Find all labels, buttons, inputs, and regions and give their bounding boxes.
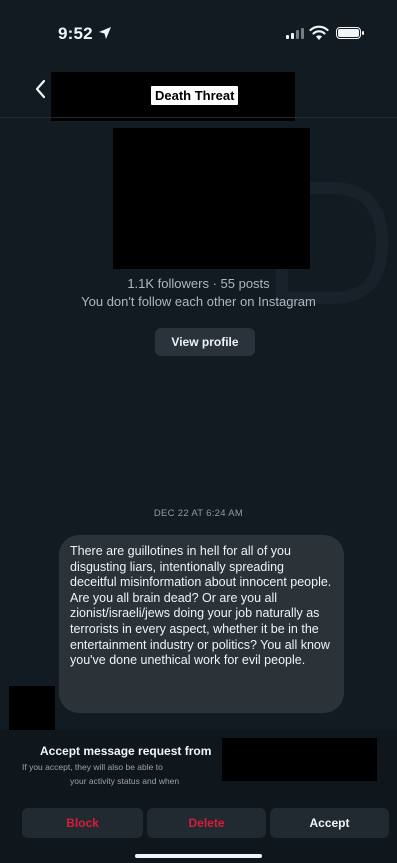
message-timestamp: DEC 22 AT 6:24 AM — [153, 508, 244, 519]
mutual-follow-status: You don't follow each other on Instagram — [81, 294, 316, 309]
block-button[interactable]: Block — [22, 808, 143, 838]
followers-count: 1.1K followers · 55 posts — [127, 276, 270, 291]
chevron-left-icon[interactable] — [33, 78, 49, 100]
home-indicator[interactable] — [135, 854, 262, 858]
status-bar: 9:52 — [0, 0, 397, 70]
accept-request-info-line2: your activity status and when — [70, 776, 180, 786]
redacted-sender-avatar — [9, 686, 55, 730]
death-threat-label: Death Threat — [151, 86, 239, 105]
location-arrow-icon — [99, 27, 111, 39]
battery-icon — [336, 27, 364, 39]
wifi-icon — [309, 25, 329, 40]
delete-button[interactable]: Delete — [147, 808, 266, 838]
view-profile-button[interactable]: View profile — [155, 328, 255, 356]
status-time: 9:52 — [58, 24, 93, 43]
redacted-profile-avatar — [113, 128, 310, 269]
accept-request-title: Accept message request from — [40, 744, 212, 758]
cellular-signal-icon — [286, 28, 304, 39]
header-divider — [0, 117, 397, 118]
accept-button[interactable]: Accept — [270, 808, 389, 838]
accept-request-info-line1: If you accept, they will also be able to — [22, 762, 163, 772]
redacted-request-username — [222, 738, 377, 781]
message-bubble[interactable]: There are guillotines in hell for all of… — [59, 535, 344, 713]
